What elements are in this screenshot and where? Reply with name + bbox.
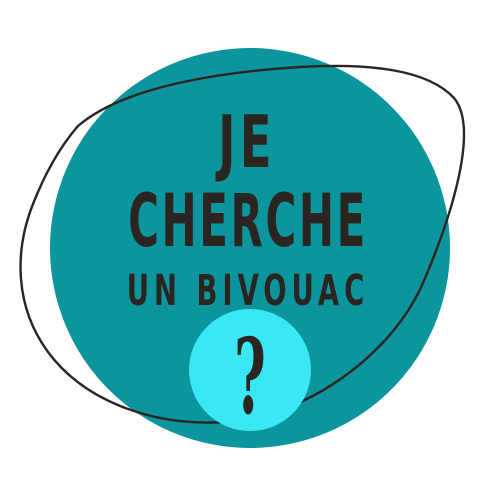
title-line-un-bivouac: UN BIVOUAC — [127, 265, 369, 316]
title-line-je: JE — [215, 100, 276, 184]
question-mark-icon: ? — [234, 315, 266, 438]
title-line-cherche: CHERCHE — [128, 179, 368, 264]
badge-canvas: JE CHERCHE UN BIVOUAC ? — [19, 48, 466, 448]
